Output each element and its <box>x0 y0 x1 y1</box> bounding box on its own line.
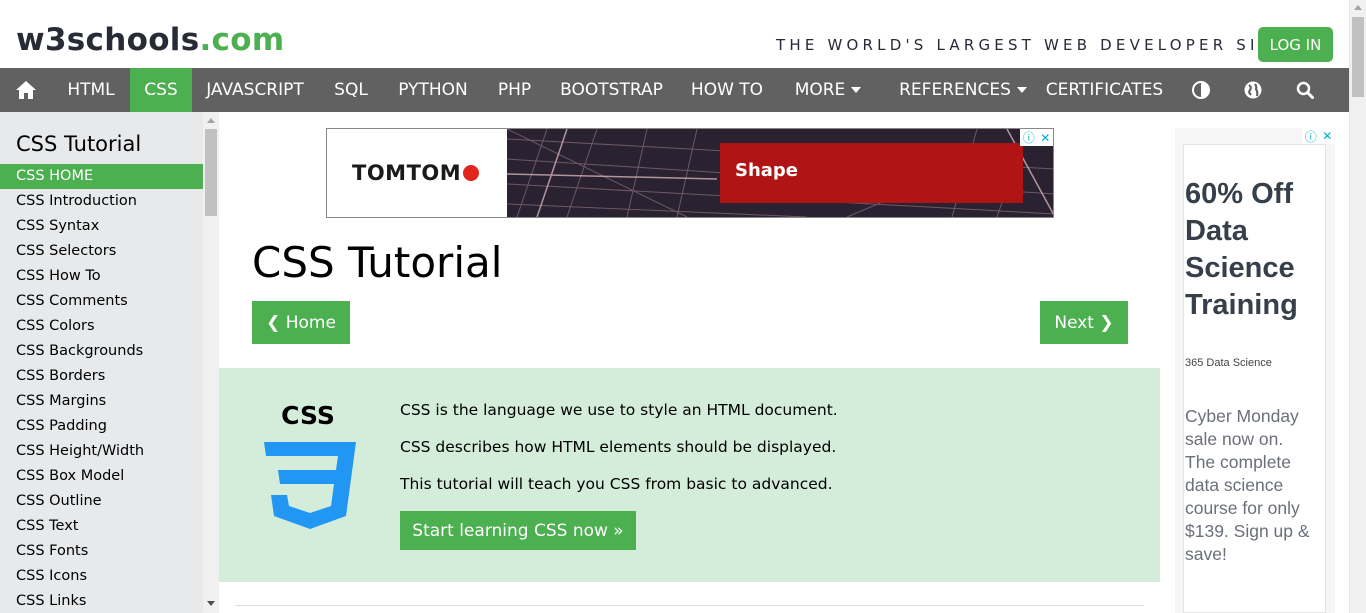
sidebar-item-how-to[interactable]: CSS How To <box>0 264 203 289</box>
tomtom-logo-icon <box>463 165 480 181</box>
ad-controls[interactable]: ⓘ ✕ <box>1020 129 1053 146</box>
nav-more[interactable]: MORE <box>778 68 878 112</box>
sidebar-item-colors[interactable]: CSS Colors <box>0 314 203 339</box>
close-icon[interactable]: ✕ <box>1040 131 1050 145</box>
contrast-icon <box>1192 81 1210 99</box>
scroll-up-arrow-icon[interactable] <box>207 118 215 123</box>
ad-cta-box: Shape <box>720 143 1023 203</box>
nav-references[interactable]: REFERENCES <box>892 68 1034 112</box>
sidebar-item-borders[interactable]: CSS Borders <box>0 364 203 389</box>
next-button[interactable]: Next ❯ <box>1040 301 1128 344</box>
page-scrollbar[interactable] <box>1349 0 1366 613</box>
nav-language[interactable] <box>1227 68 1279 112</box>
sidebar-item-text[interactable]: CSS Text <box>0 514 203 539</box>
scroll-down-arrow-icon[interactable] <box>207 601 215 606</box>
css-logo-text: CSS <box>281 401 335 430</box>
sidebar-item-syntax[interactable]: CSS Syntax <box>0 214 203 239</box>
side-ad-body: Cyber Monday sale now on. The complete d… <box>1185 406 1310 564</box>
right-ad-column: ⓘ ✕ 60% Off Data Science Training 365 Da… <box>1160 112 1349 613</box>
sidebar: CSS Tutorial CSS HOME CSS Introduction C… <box>0 112 219 613</box>
sidebar-item-icons[interactable]: CSS Icons <box>0 564 203 589</box>
home-button[interactable]: ❮ Home <box>252 301 350 344</box>
nav-more-label: MORE <box>794 80 846 100</box>
site-tagline: THE WORLD'S LARGEST WEB DEVELOPER SITE <box>776 36 1286 54</box>
sidebar-scrollbar[interactable] <box>203 112 219 613</box>
nav-php[interactable]: PHP <box>482 68 547 112</box>
sidebar-item-fonts[interactable]: CSS Fonts <box>0 539 203 564</box>
nav-search[interactable] <box>1279 68 1331 112</box>
top-header: w3schools.com THE WORLD'S LARGEST WEB DE… <box>0 0 1349 68</box>
nav-theme-toggle[interactable] <box>1175 68 1227 112</box>
sidebar-item-css-home[interactable]: CSS HOME <box>0 164 203 189</box>
nav-references-label: REFERENCES <box>899 80 1011 100</box>
nav-howto[interactable]: HOW TO <box>676 68 778 112</box>
nav-html[interactable]: HTML <box>52 68 130 112</box>
page-scroll-thumb[interactable] <box>1352 17 1364 97</box>
logo-domain: .com <box>199 22 285 58</box>
sidebar-item-comments[interactable]: CSS Comments <box>0 289 203 314</box>
ad-info-icon[interactable]: ⓘ <box>1305 128 1317 145</box>
close-icon[interactable]: ✕ <box>1322 129 1332 143</box>
nav-home[interactable] <box>0 68 52 112</box>
ad-brand-name: TOMTOM <box>352 161 462 185</box>
sidebar-item-margins[interactable]: CSS Margins <box>0 389 203 414</box>
intro-panel: CSS CSS is the language we use to style … <box>219 368 1160 582</box>
start-learning-button[interactable]: Start learning CSS now » <box>400 511 636 550</box>
main-nav: HTML CSS JAVASCRIPT SQL PYTHON PHP BOOTS… <box>0 68 1349 112</box>
sidebar-item-introduction[interactable]: CSS Introduction <box>0 189 203 214</box>
nav-python[interactable]: PYTHON <box>384 68 482 112</box>
search-icon <box>1296 81 1314 99</box>
nav-javascript[interactable]: JAVASCRIPT <box>192 68 318 112</box>
sidebar-title: CSS Tutorial <box>16 132 142 156</box>
globe-icon <box>1244 81 1262 99</box>
caret-down-icon <box>851 87 862 93</box>
login-button[interactable]: LOG IN <box>1258 27 1333 62</box>
side-ad-headline: 60% Off Data Science Training <box>1185 178 1298 321</box>
site-logo[interactable]: w3schools.com <box>16 20 284 60</box>
sidebar-item-links[interactable]: CSS Links <box>0 589 203 613</box>
nav-sql[interactable]: SQL <box>318 68 384 112</box>
intro-line-3: This tutorial will teach you CSS from ba… <box>400 475 833 493</box>
sidebar-scroll-thumb[interactable] <box>205 129 217 216</box>
ad-info-icon[interactable]: ⓘ <box>1023 129 1035 146</box>
scroll-up-arrow-icon[interactable] <box>1354 5 1362 10</box>
caret-down-icon <box>1016 87 1027 93</box>
sidebar-item-height-width[interactable]: CSS Height/Width <box>0 439 203 464</box>
ad-map-image: Shape <box>507 129 1053 217</box>
sidebar-item-selectors[interactable]: CSS Selectors <box>0 239 203 264</box>
sidebar-item-outline[interactable]: CSS Outline <box>0 489 203 514</box>
nav-bootstrap[interactable]: BOOTSTRAP <box>547 68 676 112</box>
sidebar-item-backgrounds[interactable]: CSS Backgrounds <box>0 339 203 364</box>
side-ad-controls[interactable]: ⓘ ✕ <box>1302 128 1335 144</box>
divider <box>235 605 1144 606</box>
side-ad-sponsor: 365 Data Science <box>1185 357 1272 369</box>
sidebar-item-padding[interactable]: CSS Padding <box>0 414 203 439</box>
logo-text: w3schools <box>16 22 200 58</box>
page-title: CSS Tutorial <box>252 238 503 287</box>
main-content: TOMTOM Shape ⓘ ✕ CSS Tutorial ❮ Home Nex… <box>219 112 1160 613</box>
sidebar-list: CSS HOME CSS Introduction CSS Syntax CSS… <box>0 164 203 613</box>
home-icon <box>16 81 36 99</box>
sidebar-item-box-model[interactable]: CSS Box Model <box>0 464 203 489</box>
ad-brand-panel: TOMTOM <box>327 129 507 217</box>
side-ad[interactable]: ⓘ ✕ 60% Off Data Science Training 365 Da… <box>1175 128 1335 613</box>
css3-logo-icon: CSS <box>264 401 356 529</box>
nav-certificates[interactable]: CERTIFICATES <box>1034 68 1175 112</box>
intro-line-1: CSS is the language we use to style an H… <box>400 401 838 419</box>
intro-line-2: CSS describes how HTML elements should b… <box>400 438 837 456</box>
nav-css[interactable]: CSS <box>130 68 192 112</box>
top-ad-banner[interactable]: TOMTOM Shape ⓘ ✕ <box>326 128 1054 218</box>
